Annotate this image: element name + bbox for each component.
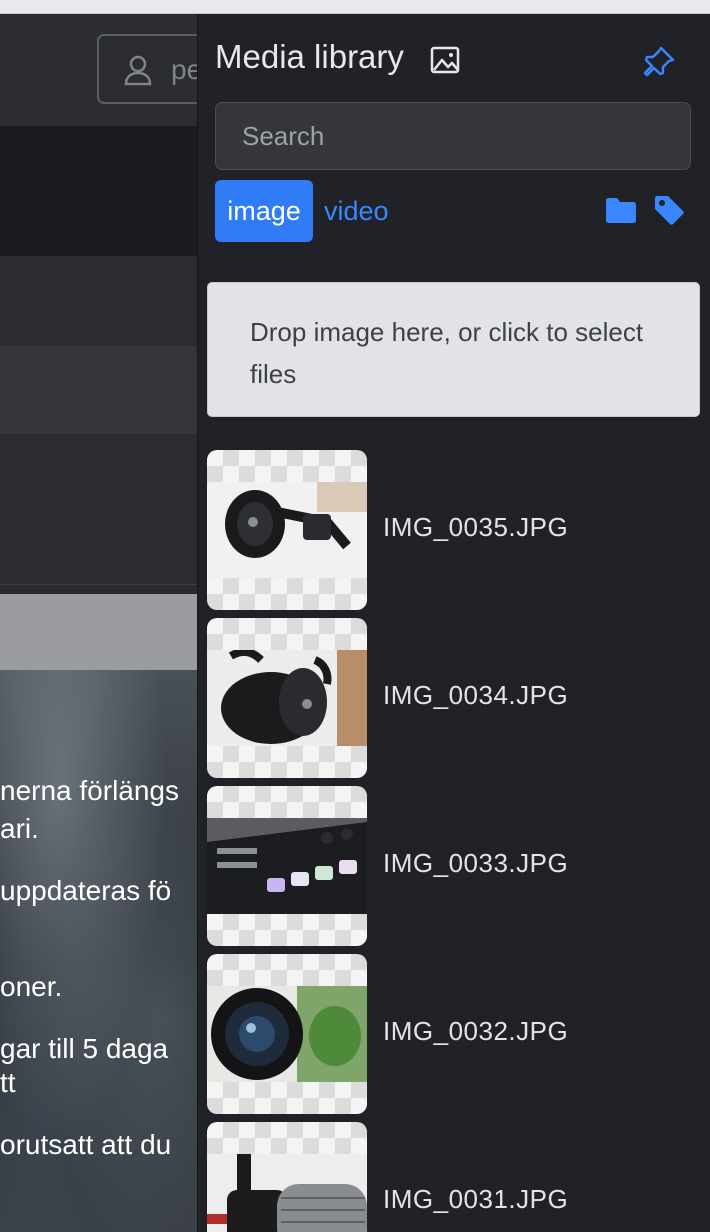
image-icon — [430, 46, 460, 79]
pin-icon[interactable] — [641, 44, 677, 80]
headphones-image — [207, 482, 367, 578]
panel-title: Media library — [215, 38, 404, 75]
user-icon — [123, 54, 153, 91]
upload-dropzone[interactable]: Drop image here, or click to select file… — [207, 282, 700, 417]
background-band — [0, 346, 197, 435]
window-top-strip — [0, 0, 710, 14]
media-filename: IMG_0034.JPG — [383, 680, 569, 710]
background-text-line: nerna förlängs — [0, 775, 180, 806]
background-bar — [0, 594, 197, 670]
headphones-image — [207, 650, 367, 746]
background-text-line: uppdateras fö — [0, 875, 172, 906]
media-filename: IMG_0035.JPG — [383, 512, 569, 542]
media-item[interactable]: IMG_0034.JPG — [207, 618, 700, 786]
microphone-image — [207, 1154, 367, 1232]
filter-image-button[interactable]: image — [215, 180, 313, 242]
media-item[interactable]: IMG_0033.JPG — [207, 786, 700, 954]
background-text-line: gar till 5 daga — [0, 1033, 169, 1064]
filter-video-link[interactable]: video — [324, 180, 389, 242]
media-thumbnail — [207, 954, 367, 1114]
background-band — [0, 256, 197, 347]
media-filename: IMG_0031.JPG — [383, 1184, 569, 1214]
tag-icon[interactable] — [653, 194, 685, 226]
media-list: IMG_0035.JPG IMG_0034.JPG IMG_0033.JPG I… — [207, 450, 700, 1232]
background-text-line: ari. — [0, 813, 39, 844]
background-band — [0, 434, 197, 585]
camera-lens-image — [207, 986, 367, 1082]
background-text-line: orutsatt att du — [0, 1129, 172, 1160]
media-filename: IMG_0032.JPG — [383, 1016, 569, 1046]
user-field-text: pe — [171, 54, 197, 85]
user-field[interactable]: pe — [97, 34, 197, 104]
media-item[interactable]: IMG_0032.JPG — [207, 954, 700, 1122]
background-text-line: oner. — [0, 971, 63, 1002]
media-item[interactable]: IMG_0035.JPG — [207, 450, 700, 618]
media-thumbnail — [207, 1122, 367, 1232]
search-input[interactable] — [215, 102, 691, 170]
background-app: pe nerna förlängs ari. uppdateras fö one… — [0, 14, 197, 1232]
media-thumbnail — [207, 786, 367, 946]
media-item[interactable]: IMG_0031.JPG — [207, 1122, 700, 1232]
folder-icon[interactable] — [605, 196, 637, 224]
background-band — [0, 126, 197, 256]
audio-mixer-image — [207, 818, 367, 914]
media-thumbnail — [207, 450, 367, 610]
media-filename: IMG_0033.JPG — [383, 848, 569, 878]
media-thumbnail — [207, 618, 367, 778]
background-text-line: tt — [0, 1067, 16, 1098]
media-library-panel: Media library image video Drop image her… — [197, 14, 710, 1232]
